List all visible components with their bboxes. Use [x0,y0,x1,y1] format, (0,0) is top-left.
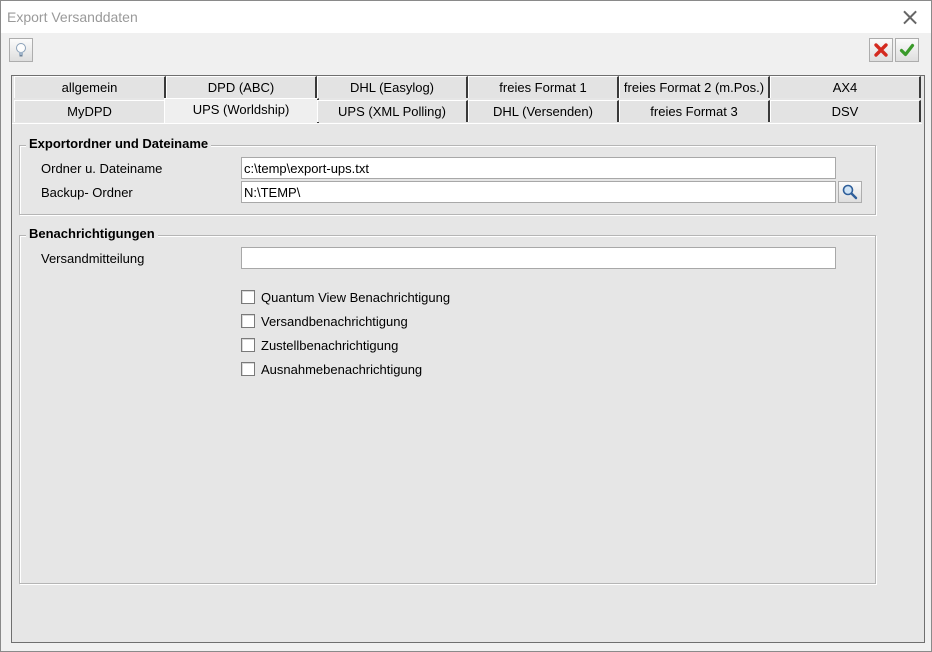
tab-label: freies Format 2 (m.Pos.) [623,80,765,95]
magnifier-icon [842,184,858,200]
ok-button[interactable] [895,38,919,62]
tab-ups-worldship[interactable]: UPS (Worldship) [164,98,319,123]
tab-dpd-abc[interactable]: DPD (ABC) [166,76,317,98]
window-title: Export Versanddaten [7,9,138,25]
browse-folder-button[interactable] [838,181,862,203]
tab-allgemein[interactable]: allgemein [14,76,166,98]
delivery-notification-checkbox[interactable] [241,338,255,352]
tab-label: freies Format 3 [650,104,738,119]
tab-freies-format-2[interactable]: freies Format 2 (m.Pos.) [619,76,770,98]
backup-label: Backup- Ordner [41,185,133,200]
group-title: Benachrichtigungen [26,226,158,241]
export-folder-group: Exportordner und Dateiname Ordner u. Dat… [19,136,876,215]
tab-label: UPS (XML Polling) [338,104,446,119]
shipment-notification-checkbox[interactable] [241,314,255,328]
tab-label: DHL (Versenden) [493,104,593,119]
tab-label: DPD (ABC) [207,80,275,95]
tab-label: AX4 [832,80,858,95]
tab-label: DHL (Easylog) [349,80,435,95]
tab-label: allgemein [61,80,118,95]
shipment-message-label: Versandmitteilung [41,251,145,266]
exception-notification-label[interactable]: Ausnahmebenachrichtigung [261,362,422,377]
tab-label: MyDPD [67,104,112,119]
tab-dsv[interactable]: DSV [770,100,921,122]
tab-dhl-versenden[interactable]: DHL (Versenden) [468,100,619,122]
tab-label: DSV [831,104,859,119]
red-x-icon [874,43,888,57]
notifications-group: Benachrichtigungen Versandmitteilung Qua… [19,226,876,584]
tab-dhl-easylog[interactable]: DHL (Easylog) [317,76,468,98]
tab-label: freies Format 1 [499,80,587,95]
tab-freies-format-1[interactable]: freies Format 1 [468,76,619,98]
quantum-view-checkbox[interactable] [241,290,255,304]
tab-freies-format-3[interactable]: freies Format 3 [619,100,770,122]
backup-folder-input[interactable] [241,181,836,203]
file-label: Ordner u. Dateiname [41,161,163,176]
tab-mydpd[interactable]: MyDPD [14,100,166,122]
group-title: Exportordner und Dateiname [26,136,212,151]
delivery-notification-label[interactable]: Zustellbenachrichtigung [261,338,398,353]
quantum-view-label[interactable]: Quantum View Benachrichtigung [261,290,450,305]
cancel-button[interactable] [869,38,893,62]
tab-control: allgemein DPD (ABC) DHL (Easylog) freies… [11,75,925,643]
export-dialog: Export Versanddaten × allgemein DPD (ABC… [0,0,932,652]
close-icon[interactable]: × [895,2,925,32]
tab-panel-ups-worldship: Exportordner und Dateiname Ordner u. Dat… [12,123,922,642]
exception-notification-checkbox[interactable] [241,362,255,376]
tab-label: UPS (Worldship) [192,102,290,117]
lightbulb-icon [16,43,26,57]
tab-ups-xml-polling[interactable]: UPS (XML Polling) [317,100,468,122]
tab-ax4[interactable]: AX4 [770,76,921,98]
file-path-input[interactable] [241,157,836,179]
shipment-message-input[interactable] [241,247,836,269]
shipment-notification-label[interactable]: Versandbenachrichtigung [261,314,408,329]
green-check-icon [899,43,915,57]
help-button[interactable] [9,38,33,62]
title-bar: Export Versanddaten × [1,1,931,33]
toolbar [1,34,931,67]
